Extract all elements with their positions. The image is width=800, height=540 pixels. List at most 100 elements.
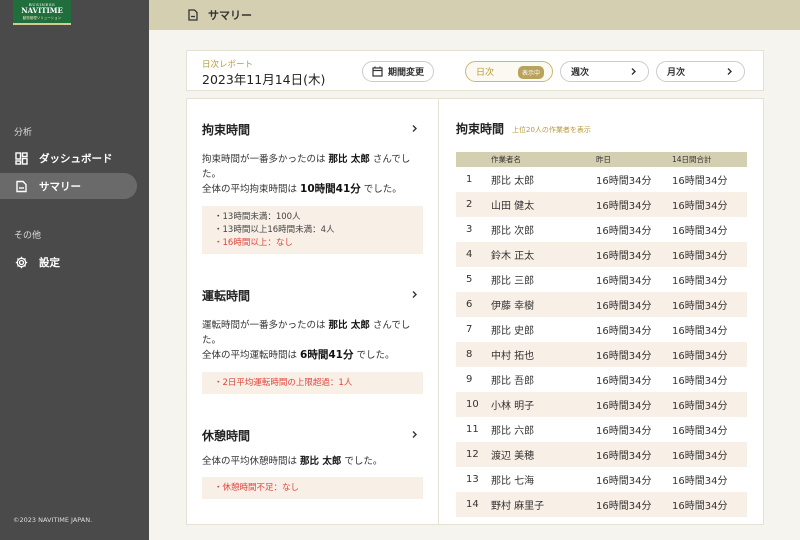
report-header: 日次レポート 2023年11月14日(木) 期間変更 日次 表示中 週次 月次	[186, 50, 764, 91]
rank-number: 8	[456, 342, 491, 367]
yesterday-time: 16時間34分	[596, 242, 672, 267]
alert-item: ・16時間以上：なし	[214, 238, 293, 248]
sidebar-item-summary[interactable]: サマリー	[0, 173, 137, 199]
table-row: 4 鈴木 正太 16時間34分 16時間34分	[456, 242, 747, 267]
column-header-no	[456, 152, 491, 167]
rank-number: 7	[466, 324, 473, 335]
rank-number: 4	[456, 242, 491, 267]
tab-daily[interactable]: 日次 表示中	[465, 61, 553, 82]
worker-name: 那比 七海	[491, 476, 535, 487]
tab-weekly[interactable]: 週次	[560, 61, 649, 82]
yesterday-time: 16時間34分	[596, 276, 652, 287]
column-divider	[438, 99, 439, 524]
dashboard-icon	[15, 151, 28, 165]
yesterday-time: 16時間34分	[596, 392, 672, 417]
rank-number: 13	[466, 474, 479, 485]
worker-name: 那比 次郎	[491, 226, 535, 237]
yesterday-time: 16時間34分	[596, 442, 672, 467]
alert-item: ・休憩時間不足：なし	[214, 483, 300, 493]
total-time: 16時間34分	[672, 192, 747, 217]
chevron-right-icon	[727, 68, 732, 75]
rank-number: 9	[466, 374, 473, 385]
table-row: 9 那比 吾郎 16時間34分 16時間34分	[456, 367, 747, 392]
rest-time-breakdown: ・休憩時間不足：なし	[202, 477, 423, 499]
top-worker-name: 那比 太郎	[328, 154, 370, 165]
chevron-right-icon[interactable]	[410, 430, 419, 439]
total-time: 16時間34分	[672, 342, 747, 367]
ranking-table: 作業者名 昨日 14日間合計 1 那比 太郎 16時間34分 16時間34分 2 山田 健…	[456, 152, 747, 517]
yesterday-time: 16時間34分	[596, 292, 672, 317]
worker-name: 渡辺 美穂	[491, 442, 596, 467]
table-row: 13 那比 七海 16時間34分 16時間34分	[456, 467, 747, 492]
total-time: 16時間34分	[672, 292, 747, 317]
rank-number: 5	[466, 274, 473, 285]
navitime-logo[interactable]: BUSINESS NAVITIME 動態管理ソリューション	[13, 0, 71, 25]
table-header-row: 作業者名 昨日 14日間合計	[456, 152, 747, 167]
list-item: ・13時間以上16時間未満：4人	[214, 225, 335, 235]
sidebar-item-label: ダッシュボード	[39, 152, 113, 165]
page-title: サマリー	[208, 9, 252, 22]
document-icon	[187, 9, 199, 21]
sidebar: BUSINESS NAVITIME 動態管理ソリューション 分析 ダッシュボード…	[0, 0, 149, 540]
change-period-button[interactable]: 期間変更	[362, 61, 434, 82]
column-header-total: 14日間合計	[672, 152, 747, 167]
list-item: ・13時間未満：100人	[214, 212, 301, 222]
total-time: 16時間34分	[672, 426, 728, 437]
sidebar-section-analysis: 分析	[14, 128, 33, 138]
table-row: 7 那比 史郎 16時間34分 16時間34分	[456, 317, 747, 342]
average-value: 10時間41分	[300, 183, 361, 195]
total-time: 16時間34分	[672, 376, 728, 387]
total-time: 16時間34分	[672, 276, 728, 287]
summary-panel: 拘束時間 拘束時間が一番多かったのは 那比 太郎 さんでした。 全体の平均拘束時…	[186, 98, 764, 525]
total-time: 16時間34分	[672, 176, 728, 187]
rank-number: 10	[456, 392, 491, 417]
top-bar: サマリー	[149, 0, 800, 30]
table-row: 12 渡辺 美穂 16時間34分 16時間34分	[456, 442, 747, 467]
rank-number: 1	[466, 174, 473, 185]
driving-time-summary: 運転時間が一番多かったのは 那比 太郎 さんでした。 全体の平均運転時間は 6時…	[202, 320, 411, 361]
column-header-name: 作業者名	[491, 152, 596, 167]
table-row: 11 那比 六郎 16時間34分 16時間34分	[456, 417, 747, 442]
yesterday-time: 16時間34分	[596, 326, 652, 337]
rank-number: 6	[456, 292, 491, 317]
restraint-time-breakdown: ・13時間未満：100人 ・13時間以上16時間未満：4人 ・16時間以上：なし	[202, 206, 423, 254]
worker-name: 那比 太郎	[491, 176, 535, 187]
worker-name: 那比 三郎	[491, 276, 535, 287]
top-worker-name: 那比 太郎	[328, 320, 370, 331]
total-time: 16時間34分	[672, 392, 747, 417]
yesterday-time: 16時間34分	[596, 192, 672, 217]
restraint-time-title: 拘束時間	[202, 123, 251, 137]
table-row: 6 伊藤 幸樹 16時間34分 16時間34分	[456, 292, 747, 317]
total-time: 16時間34分	[672, 226, 728, 237]
sidebar-item-label: 設定	[39, 256, 60, 269]
ranking-title: 拘束時間	[456, 122, 505, 136]
calendar-icon	[372, 66, 383, 77]
restraint-time-summary: 拘束時間が一番多かったのは 那比 太郎 さんでした。 全体の平均拘束時間は 10…	[202, 154, 411, 195]
worker-name: 小林 明子	[491, 392, 596, 417]
rank-number: 2	[456, 192, 491, 217]
rank-number: 14	[456, 492, 491, 517]
total-time: 16時間34分	[672, 476, 728, 487]
total-time: 16時間34分	[672, 242, 747, 267]
sidebar-section-other: その他	[14, 231, 42, 241]
total-time: 16時間34分	[672, 442, 747, 467]
table-row: 5 那比 三郎 16時間34分 16時間34分	[456, 267, 747, 292]
worker-name: 伊藤 幸樹	[491, 292, 596, 317]
sidebar-item-settings[interactable]: 設定	[0, 249, 137, 275]
table-row: 1 那比 太郎 16時間34分 16時間34分	[456, 167, 747, 192]
document-icon	[15, 180, 28, 193]
current-view-badge: 表示中	[517, 66, 544, 79]
top-worker-name: 那比 太郎	[300, 456, 342, 467]
table-row: 8 中村 拓也 16時間34分 16時間34分	[456, 342, 747, 367]
average-value: 6時間41分	[300, 349, 354, 361]
rank-number: 3	[466, 224, 473, 235]
yesterday-time: 16時間34分	[596, 376, 652, 387]
tab-monthly[interactable]: 月次	[656, 61, 745, 82]
table-row: 2 山田 健太 16時間34分 16時間34分	[456, 192, 747, 217]
column-header-yesterday: 昨日	[596, 152, 672, 167]
sidebar-item-dashboard[interactable]: ダッシュボード	[0, 145, 137, 171]
worker-name: 那比 六郎	[491, 426, 535, 437]
total-time: 16時間34分	[672, 326, 728, 337]
chevron-right-icon[interactable]	[410, 290, 419, 299]
chevron-right-icon[interactable]	[410, 124, 419, 133]
